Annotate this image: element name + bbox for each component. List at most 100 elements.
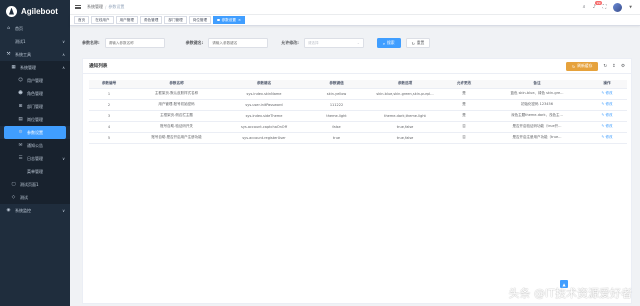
search-button[interactable]: ⌕ 搜索: [376, 38, 401, 48]
post-icon: ▤: [18, 117, 23, 122]
edit-label: 修改: [605, 124, 613, 128]
close-icon[interactable]: ×: [238, 18, 241, 22]
param-name-label: 参数名称:: [82, 40, 100, 45]
sidebar-item-label: 岗位管理: [27, 116, 43, 122]
bell-icon[interactable]: ♪ 99: [593, 1, 602, 10]
avatar[interactable]: [613, 2, 623, 12]
param-key-input[interactable]: [208, 38, 269, 48]
role-icon: ☻: [18, 91, 23, 96]
param-name-input[interactable]: [104, 38, 165, 48]
table-cell: 是否开启验证码功能（true开...: [487, 121, 587, 133]
edit-link[interactable]: ✎ 修改: [587, 99, 627, 111]
sidebar-item[interactable]: ☺ 用户管理: [0, 74, 70, 87]
table-cell: 是否开启注册用户功能（true...: [487, 132, 587, 144]
refresh-cache-button[interactable]: ↻ 刷新缓存: [566, 61, 599, 71]
sidebar-item[interactable]: ◉ 系统监控 ∨: [0, 204, 70, 217]
search-icon[interactable]: ⌕: [583, 4, 586, 10]
search-icon: ⌕: [382, 40, 385, 46]
notice-icon: ✉: [18, 143, 23, 148]
sidebar-item[interactable]: ☰ 日志管理 ∨: [0, 152, 70, 165]
edit-label: 修改: [605, 102, 613, 106]
monitor-icon: ◉: [6, 208, 11, 213]
refresh-icon[interactable]: ↻: [603, 64, 607, 69]
column-header: 备注: [487, 80, 587, 89]
gear-icon[interactable]: ⚙: [621, 64, 625, 69]
sidebar-item[interactable]: ▤ 岗位管理: [0, 113, 70, 126]
config-table: 参数编号 参数名称 参数键名 参数键值 参数选项 允许更改 备注 操作 1 主框架页-默认皮肤样…: [89, 80, 627, 144]
edit-link[interactable]: ✎ 修改: [587, 121, 627, 133]
menu-item-icon: [6, 39, 11, 44]
sidebar-item-label: 部门管理: [27, 103, 43, 109]
table-cell: true,false: [369, 121, 441, 133]
tag-item[interactable]: 部门管理: [164, 16, 187, 24]
sidebar-item[interactable]: 测试1 ∨: [0, 35, 70, 48]
table-row: 5 账号自助-是否开启用户注册功能 sys.account.registerUser…: [89, 132, 627, 144]
table-row: 2 用户管理-账号初始密码 sys.user.initPassword 111222 是…: [89, 99, 627, 111]
allow-edit-select[interactable]: 请选择 ⌄: [303, 38, 364, 48]
tag-item[interactable]: 参数设置 ×: [213, 16, 245, 24]
fullscreen-icon[interactable]: ⛶: [603, 4, 607, 10]
hamburger-icon[interactable]: [75, 4, 81, 10]
table-cell: 用户管理-账号初始密码: [129, 99, 224, 111]
chevron-icon: ∧: [62, 52, 65, 57]
table-cell: 否: [441, 121, 487, 133]
tag-item[interactable]: 角色管理: [139, 16, 163, 24]
tag-item[interactable]: 在线用户: [91, 16, 114, 24]
tag-label: 首页: [78, 17, 86, 22]
edit-link[interactable]: ✎ 修改: [587, 88, 627, 100]
table-cell: true,false: [369, 132, 441, 144]
sidebar-item[interactable]: ◇ 测试: [0, 191, 70, 204]
sidebar-item[interactable]: ☻ 角色管理: [0, 87, 70, 100]
table-cell: 账号自助-验证码开关: [129, 121, 224, 133]
tag-item[interactable]: 首页: [74, 16, 90, 24]
table-cell: theme-dark,theme-light: [369, 110, 441, 122]
sidebar-menu: ⌂ 首页 测试1 ∨ ⚒ 系统工具 ∧ ▦ 系统管理 ∧ ☺ 用户管理 ☻ 角色管理 ⊞ 部门管理 ▤ 岗位管理 ⚙…: [0, 22, 70, 217]
sidebar-item[interactable]: ⊞ 部门管理: [0, 100, 70, 113]
sidebar-item[interactable]: ⚒ 系统工具 ∧: [0, 48, 70, 61]
column-header: 允许更改: [441, 80, 487, 89]
sidebar-item[interactable]: ▢ 测试页面1: [0, 178, 70, 191]
edit-label: 修改: [605, 135, 613, 139]
page-icon: ▢: [11, 182, 16, 187]
table-cell: sys.index.skinName: [224, 88, 304, 100]
table-cell: 2: [89, 99, 129, 111]
log-icon: ☰: [18, 156, 23, 161]
sidebar-item[interactable]: ▦ 系统管理 ∧: [0, 61, 70, 74]
card-title: 通知列表: [89, 64, 108, 69]
column-header: 操作: [587, 80, 627, 89]
table-cell: 主框架页-侧边栏主题: [129, 110, 224, 122]
edit-label: 修改: [605, 113, 613, 117]
tag-item[interactable]: 用户管理: [115, 16, 138, 24]
table-cell: 是: [441, 99, 487, 111]
refresh-icon: ↻: [572, 63, 576, 69]
tags-view: 首页 在线用户 用户管理 角色管理 部门管理 岗位管理 参数设置 ×: [70, 15, 640, 26]
edit-link[interactable]: ✎ 修改: [587, 132, 627, 144]
tag-item[interactable]: 岗位管理: [188, 16, 212, 24]
column-header: 参数键值: [304, 80, 369, 89]
app-logo[interactable]: Agileboot: [0, 0, 70, 22]
sidebar-item[interactable]: ✉ 通知公告: [0, 139, 70, 152]
edit-link[interactable]: ✎ 修改: [587, 110, 627, 122]
breadcrumb-current: 参数设置: [108, 4, 125, 9]
tag-label: 在线用户: [95, 17, 110, 22]
sidebar-item[interactable]: ⌂ 首页: [0, 22, 70, 35]
column-header: 参数名称: [129, 80, 224, 89]
table-cell: skin-blue,skin-green,skin-purpl...: [369, 88, 441, 100]
chevron-down-icon[interactable]: ▼: [629, 5, 632, 9]
sidebar-item[interactable]: 菜单管理: [0, 165, 70, 178]
sidebar-item[interactable]: ⚙ 参数设置: [4, 126, 66, 139]
breadcrumb-item[interactable]: 系统管理: [87, 4, 103, 10]
column-height-icon[interactable]: ↕: [612, 64, 616, 69]
refresh-icon: ↻: [411, 40, 415, 46]
sidebar-item-label: 通知公告: [27, 142, 43, 148]
sidebar-item-label: 系统监控: [15, 207, 31, 213]
edit-label: 修改: [605, 91, 613, 95]
table-body: 1 主框架页-默认皮肤样式名称 sys.index.skinName skin-yel…: [89, 88, 627, 144]
table-header-row: 参数编号 参数名称 参数键名 参数键值 参数选项 允许更改 备注 操作: [89, 80, 627, 89]
tag-label: 岗位管理: [192, 17, 208, 22]
system-icon: ▦: [11, 65, 16, 70]
breadcrumb: 系统管理 / 参数设置: [87, 4, 124, 10]
chevron-down-icon: ⌄: [356, 41, 360, 45]
reset-button[interactable]: ↻ 重置: [405, 38, 431, 48]
main-content: 参数名称: 参数键名: 允许修改: 请选择 ⌄ ⌕ 搜索 ↻ 重置 通知列表 ↻…: [70, 26, 640, 306]
